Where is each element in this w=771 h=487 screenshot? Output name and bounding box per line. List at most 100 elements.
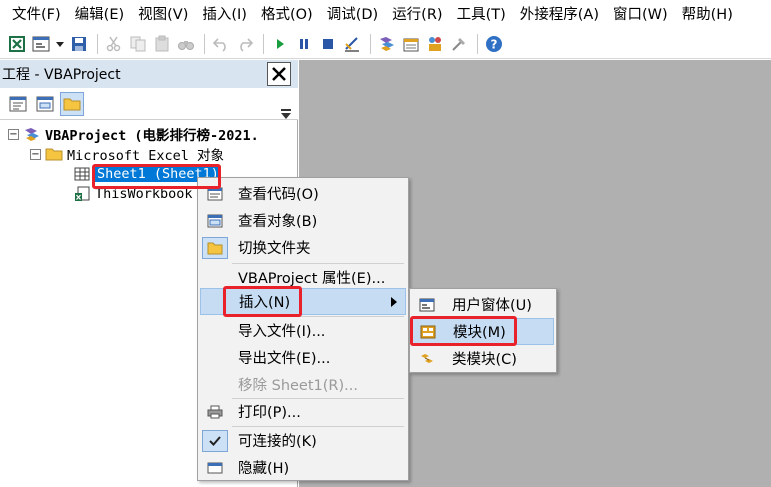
help-icon[interactable]: ? xyxy=(483,33,505,55)
menu-label: VBAProject 属性(E)... xyxy=(238,271,386,287)
reset-icon[interactable] xyxy=(317,33,339,55)
view-code-icon xyxy=(202,183,228,205)
menu-label: 可连接的(K) xyxy=(238,434,317,450)
menu-label: 查看代码(O) xyxy=(238,187,319,203)
module-icon xyxy=(415,321,441,343)
save-icon[interactable] xyxy=(68,33,90,55)
menu-label: 移除 Sheet1(R)... xyxy=(238,378,358,394)
menu-item-view-code[interactable]: 查看代码(O) xyxy=(200,180,406,207)
tree-node-vbaproject[interactable]: − VBAProject (电影排行榜-2021. xyxy=(8,124,259,144)
collapse-icon[interactable]: − xyxy=(8,128,19,140)
menu-item-class-module[interactable]: 类模块(C) xyxy=(412,345,554,372)
standard-toolbar: ? xyxy=(0,30,771,59)
menu-item-dockable[interactable]: 可连接的(K) xyxy=(200,427,406,454)
menu-addins[interactable]: 外接程序(A) xyxy=(513,2,606,28)
toolbar-separator xyxy=(370,34,371,54)
empty-icon-slot xyxy=(203,291,229,313)
menu-insert[interactable]: 插入(I) xyxy=(195,2,254,28)
folder-icon xyxy=(45,146,63,162)
empty-icon-slot xyxy=(202,374,228,396)
menu-item-view-object[interactable]: 查看对象(B) xyxy=(200,207,406,234)
tree-node-thisworkbook[interactable]: ThisWorkbook xyxy=(73,184,193,204)
excel-icon[interactable] xyxy=(6,33,28,55)
object-browser-icon[interactable] xyxy=(424,33,446,55)
menu-item-toggle-folders[interactable]: 切换文件夹 xyxy=(200,234,406,261)
toolbar-separator xyxy=(263,34,264,54)
menu-debug[interactable]: 调试(D) xyxy=(320,2,385,28)
toolbox-icon[interactable] xyxy=(448,33,470,55)
collapse-icon[interactable]: − xyxy=(30,148,41,160)
undo-icon[interactable] xyxy=(210,33,232,55)
cut-icon[interactable] xyxy=(103,33,125,55)
hide-icon xyxy=(202,457,228,479)
workbook-icon xyxy=(73,186,91,202)
vbaproject-icon xyxy=(23,126,41,142)
menu-format[interactable]: 格式(O) xyxy=(254,2,320,28)
panel-toolbar xyxy=(0,88,298,120)
view-object-icon xyxy=(202,210,228,232)
empty-icon-slot xyxy=(202,347,228,369)
menu-item-import-file[interactable]: 导入文件(I)... xyxy=(200,317,406,344)
menu-label: 插入(N) xyxy=(239,295,291,311)
class-module-icon xyxy=(414,348,440,370)
view-code-icon[interactable] xyxy=(6,92,30,116)
menu-label: 切换文件夹 xyxy=(238,241,311,257)
paste-icon[interactable] xyxy=(151,33,173,55)
svg-text:?: ? xyxy=(491,38,498,52)
menu-tools[interactable]: 工具(T) xyxy=(450,2,513,28)
insert-userform-icon[interactable] xyxy=(30,33,52,55)
menu-item-remove-sheet: 移除 Sheet1(R)... xyxy=(200,371,406,398)
tree-node-excel-objects[interactable]: − Microsoft Excel 对象 xyxy=(30,144,224,164)
dropdown-arrow-icon[interactable] xyxy=(54,33,66,55)
toolbar-separator xyxy=(477,34,478,54)
close-icon[interactable] xyxy=(267,62,291,86)
menu-label: 隐藏(H) xyxy=(238,461,290,477)
menu-item-hide[interactable]: 隐藏(H) xyxy=(200,454,406,481)
menu-label: 导入文件(I)... xyxy=(238,324,326,340)
tree-label-excel-objects: Microsoft Excel 对象 xyxy=(67,148,225,164)
toolbar-separator xyxy=(204,34,205,54)
menu-label: 用户窗体(U) xyxy=(452,298,532,314)
find-icon[interactable] xyxy=(175,33,197,55)
menu-label: 查看对象(B) xyxy=(238,214,318,230)
worksheet-icon xyxy=(73,166,91,182)
break-icon[interactable] xyxy=(293,33,315,55)
menu-label: 导出文件(E)... xyxy=(238,351,331,367)
menu-label: 打印(P)... xyxy=(238,405,301,421)
menu-item-print[interactable]: 打印(P)... xyxy=(200,398,406,425)
run-icon[interactable] xyxy=(269,33,291,55)
insert-submenu: 用户窗体(U) 模块(M) 类模块(C) xyxy=(409,288,557,373)
submenu-arrow-icon xyxy=(391,297,397,307)
menu-item-module[interactable]: 模块(M) xyxy=(412,318,554,345)
panel-title: 工程 - VBAProject xyxy=(2,67,121,83)
check-icon xyxy=(202,429,228,452)
menu-label: 类模块(C) xyxy=(452,352,517,368)
context-menu: 查看代码(O) 查看对象(B) 切换文件夹 VBAProject 属性(E)..… xyxy=(197,177,409,481)
menu-item-project-properties[interactable]: VBAProject 属性(E)... xyxy=(200,264,406,291)
menu-window[interactable]: 窗口(W) xyxy=(606,2,675,28)
toggle-folders-icon xyxy=(202,236,228,259)
copy-icon[interactable] xyxy=(127,33,149,55)
menu-item-insert[interactable]: 插入(N) xyxy=(200,288,406,315)
userform-icon xyxy=(414,294,440,316)
view-object-icon[interactable] xyxy=(33,92,57,116)
menu-item-export-file[interactable]: 导出文件(E)... xyxy=(200,344,406,371)
scroll-down-icon[interactable] xyxy=(279,98,293,120)
print-icon xyxy=(202,401,228,423)
panel-title-bar: 工程 - VBAProject xyxy=(0,60,298,88)
tree-label-thisworkbook: ThisWorkbook xyxy=(95,186,193,202)
toggle-folders-icon[interactable] xyxy=(60,91,84,116)
menu-help[interactable]: 帮助(H) xyxy=(675,2,740,28)
menu-edit[interactable]: 编辑(E) xyxy=(68,2,131,28)
empty-icon-slot xyxy=(202,320,228,342)
menu-file[interactable]: 文件(F) xyxy=(5,2,68,28)
menu-view[interactable]: 视图(V) xyxy=(131,2,195,28)
menu-run[interactable]: 运行(R) xyxy=(385,2,449,28)
design-mode-icon[interactable] xyxy=(341,33,363,55)
properties-window-icon[interactable] xyxy=(400,33,422,55)
menu-item-userform[interactable]: 用户窗体(U) xyxy=(412,291,554,318)
redo-icon[interactable] xyxy=(234,33,256,55)
menu-label: 模块(M) xyxy=(453,325,506,341)
project-explorer-icon[interactable] xyxy=(376,33,398,55)
empty-icon-slot xyxy=(202,267,228,289)
